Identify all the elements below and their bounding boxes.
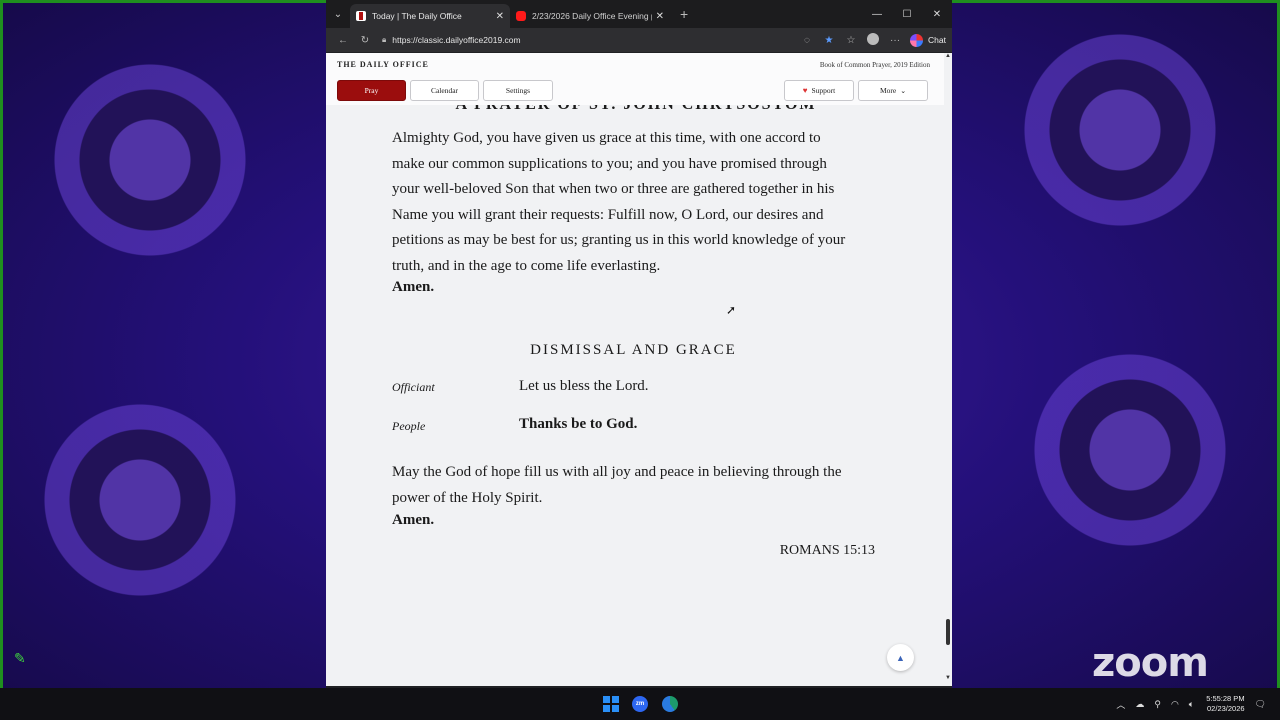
scroll-thumb[interactable] <box>946 619 950 645</box>
heart-icon: ♥ <box>802 86 808 95</box>
reader-mode-icon[interactable]: ◌ <box>796 35 818 46</box>
site-title[interactable]: THE DAILY OFFICE <box>337 60 429 69</box>
calendar-button[interactable]: Calendar <box>410 80 479 101</box>
dismissal-heading: DISMISSAL AND GRACE <box>530 342 737 358</box>
arrow-up-icon: ▲ <box>896 652 905 663</box>
clock[interactable]: 5:55:28 PM 02/23/2026 <box>1206 694 1244 714</box>
tab-title: 2/23/2026 Daily Office Evening pr <box>532 11 652 21</box>
volume-icon[interactable]: 🔈︎ <box>1189 699 1194 710</box>
back-to-top-button[interactable]: ▲ <box>887 644 914 671</box>
support-label: Support <box>811 86 836 95</box>
annotate-pencil-icon[interactable]: ✎ <box>14 650 26 667</box>
scroll-up-arrow-icon[interactable]: ▲ <box>944 53 952 59</box>
scroll-down-arrow-icon[interactable]: ▼ <box>944 675 952 681</box>
copilot-chat-button[interactable]: Chat <box>910 33 946 47</box>
prayer-line: Name you will grant their requests: Fulf… <box>392 206 824 223</box>
url-text: https://classic.dailyoffice2019.com <box>392 35 521 45</box>
amen-response: Amen. <box>392 279 435 295</box>
address-bar: ← ↻ 🔒︎ https://classic.dailyoffice2019.c… <box>326 28 952 52</box>
pray-label: Pray <box>364 86 379 95</box>
favorite-star-icon[interactable]: ★ <box>818 35 840 46</box>
tab-youtube-evening-prayer[interactable]: 2/23/2026 Daily Office Evening pr ✕ <box>510 4 670 28</box>
tab-close-icon[interactable]: ✕ <box>496 11 504 22</box>
chevron-down-icon: ⌄ <box>900 86 907 95</box>
prayer-text: Almighty God, you have given us grace at… <box>392 126 880 280</box>
network-icon[interactable]: ⚲ <box>1154 699 1161 710</box>
favorites-list-icon[interactable]: ☆ <box>840 35 862 46</box>
mouse-cursor-icon: ➚ <box>726 303 737 317</box>
prayer-line: your well-beloved Son that when two or t… <box>392 181 835 198</box>
tab-actions-chevron-icon[interactable]: ⌄ <box>326 9 350 20</box>
url-field[interactable]: 🔒︎ https://classic.dailyoffice2019.com <box>376 30 796 50</box>
pray-button[interactable]: Pray <box>337 80 406 101</box>
maximize-icon[interactable]: ☐ <box>892 9 922 20</box>
tab-bar: ⌄ Today | The Daily Office ✕ 2/23/2026 D… <box>326 0 952 28</box>
page-scrollbar[interactable]: ▲ ▼ <box>944 53 952 686</box>
youtube-favicon-icon <box>516 11 526 21</box>
tab-today-daily-office[interactable]: Today | The Daily Office ✕ <box>350 4 510 28</box>
copilot-icon <box>910 33 924 47</box>
close-window-icon[interactable]: ✕ <box>922 9 952 20</box>
web-page: THE DAILY OFFICE Book of Common Prayer, … <box>326 53 952 686</box>
prayer-line: Almighty God, you have given us grace at… <box>392 130 821 146</box>
tab-title: Today | The Daily Office <box>372 11 462 21</box>
profile-avatar-icon[interactable] <box>862 32 884 48</box>
support-button[interactable]: ♥ Support <box>784 80 854 101</box>
wifi-icon[interactable]: ◠ <box>1171 699 1179 710</box>
taskbar: zm ︿ ☁ ⚲ ◠ 🔈︎ 5:55:28 PM 02/23/2026 🗨︎ <box>0 688 1280 720</box>
people-label: People <box>392 419 426 433</box>
edge-browser-icon[interactable] <box>662 696 678 712</box>
back-arrow-icon[interactable]: ← <box>332 35 354 46</box>
prayer-line: petitions as may be best for us; grantin… <box>392 232 846 249</box>
settings-label: Settings <box>505 86 531 95</box>
clock-time: 5:55:28 PM <box>1206 694 1245 703</box>
grace-line: power of the Holy Spirit. <box>392 489 543 506</box>
officiant-versicle: Let us bless the Lord. <box>519 378 649 394</box>
settings-button[interactable]: Settings <box>483 80 553 101</box>
people-response: Thanks be to God. <box>519 416 638 432</box>
scripture-citation: ROMANS 15:13 <box>779 543 875 558</box>
zoom-app-icon[interactable]: zm <box>632 696 648 712</box>
zoom-logo: zoom <box>1092 640 1209 686</box>
notification-icon[interactable]: 🗨︎ <box>1255 699 1266 710</box>
prayer-line: make our common supplications to you; an… <box>392 155 827 172</box>
new-tab-plus-icon[interactable]: + <box>680 6 688 22</box>
more-button[interactable]: More ⌄ <box>858 80 928 101</box>
grace-text: May the God of hope fill us with all joy… <box>392 460 880 511</box>
window-controls: — ☐ ✕ <box>862 9 952 20</box>
refresh-icon[interactable]: ↻ <box>354 35 376 46</box>
daily-office-favicon-icon <box>356 11 366 21</box>
site-info-icon[interactable]: 🔒︎ <box>382 35 386 45</box>
more-options-icon[interactable]: ··· <box>884 35 906 46</box>
prayer-line: truth, and in the age to come life everl… <box>392 257 661 274</box>
browser-window: ⌄ Today | The Daily Office ✕ 2/23/2026 D… <box>326 0 952 688</box>
show-hidden-icons-chevron-icon[interactable]: ︿ <box>1116 698 1125 711</box>
amen-response: Amen. <box>392 512 435 528</box>
minimize-icon[interactable]: — <box>862 9 892 20</box>
grace-line: May the God of hope fill us with all joy… <box>392 464 842 480</box>
site-header: THE DAILY OFFICE Book of Common Prayer, … <box>326 53 944 105</box>
calendar-label: Calendar <box>430 86 459 95</box>
edition-label: Book of Common Prayer, 2019 Edition <box>819 61 930 69</box>
start-windows-icon[interactable] <box>603 696 619 712</box>
copilot-label: Chat <box>928 35 946 45</box>
officiant-label: Officiant <box>392 380 435 394</box>
onedrive-cloud-icon[interactable]: ☁ <box>1135 699 1144 710</box>
clock-date: 02/23/2026 <box>1207 704 1245 713</box>
more-label: More <box>879 86 897 95</box>
system-tray: ︿ ☁ ⚲ ◠ 🔈︎ 5:55:28 PM 02/23/2026 🗨︎ <box>1106 688 1266 720</box>
tab-close-icon[interactable]: ✕ <box>656 11 664 22</box>
